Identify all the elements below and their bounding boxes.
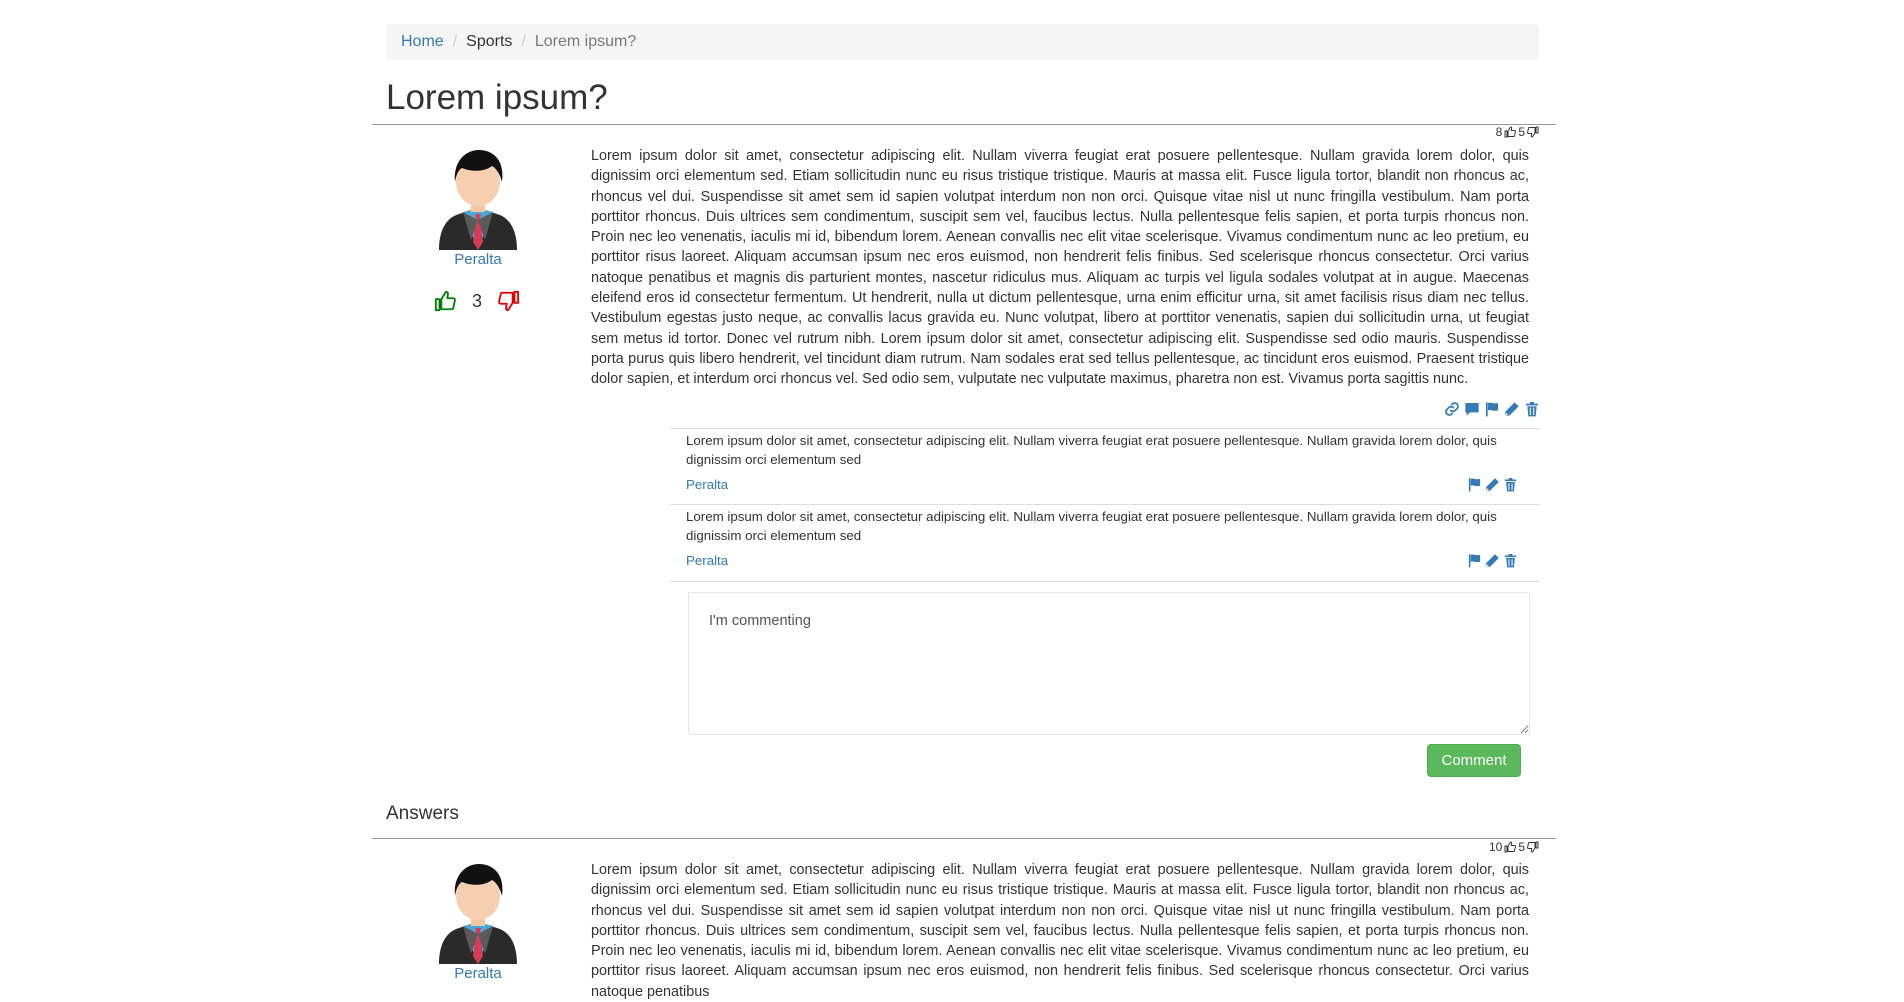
breadcrumb: Home / Sports / Lorem ipsum?	[386, 24, 1539, 60]
question-vote-summary: 8 5	[1496, 125, 1539, 139]
question-vote-controls: 3	[434, 290, 520, 312]
answer-author-link[interactable]: Peralta	[430, 965, 526, 982]
avatar-icon	[435, 146, 521, 250]
thumbs-down-icon	[1527, 841, 1539, 853]
question-score: 3	[472, 290, 483, 311]
link-icon[interactable]	[1444, 401, 1460, 417]
thumbs-down-icon[interactable]	[498, 290, 520, 312]
thumbs-up-icon	[1504, 841, 1516, 853]
answer-downvote-count: 5	[1518, 840, 1525, 854]
pencil-icon[interactable]	[1504, 401, 1520, 417]
breadcrumb-separator: /	[452, 33, 458, 50]
question-upvote-count: 8	[1495, 125, 1503, 139]
question-divider	[372, 124, 1556, 125]
trash-icon[interactable]	[1503, 477, 1518, 492]
answers-divider	[372, 838, 1556, 839]
breadcrumb-separator: /	[521, 33, 526, 50]
answer-body: Lorem ipsum dolor sit amet, consectetur …	[591, 862, 1529, 1000]
question-downvote-count: 5	[1518, 125, 1525, 139]
breadcrumb-home-link[interactable]: Home	[401, 33, 444, 51]
question-actions	[1444, 401, 1540, 417]
comment-author-link[interactable]: Peralta	[686, 553, 728, 568]
thumbs-up-icon[interactable]	[434, 290, 456, 312]
question-author-block: Peralta	[430, 146, 526, 268]
comment-item: Lorem ipsum dolor sit amet, consectetur …	[670, 428, 1540, 505]
breadcrumb-current: Lorem ipsum?	[534, 33, 637, 50]
comment-text: Lorem ipsum dolor sit amet, consectetur …	[686, 509, 1497, 543]
comment-actions	[1467, 553, 1518, 568]
comment-item: Lorem ipsum dolor sit amet, consectetur …	[670, 505, 1540, 582]
breadcrumb-category[interactable]: Sports	[466, 33, 512, 51]
pencil-icon[interactable]	[1485, 553, 1500, 568]
trash-icon[interactable]	[1524, 401, 1540, 417]
pencil-icon[interactable]	[1485, 477, 1500, 492]
flag-icon[interactable]	[1467, 553, 1482, 568]
flag-icon[interactable]	[1467, 477, 1482, 492]
comment-button[interactable]: Comment	[1427, 744, 1521, 777]
flag-icon[interactable]	[1484, 401, 1500, 417]
question-body: Lorem ipsum dolor sit amet, consectetur …	[591, 148, 1529, 388]
thumbs-down-icon	[1527, 126, 1539, 138]
comment-author-link[interactable]: Peralta	[686, 477, 728, 492]
answers-heading: Answers	[386, 803, 459, 824]
comment-text: Lorem ipsum dolor sit amet, consectetur …	[686, 433, 1497, 467]
avatar-icon	[435, 860, 521, 964]
question-author-link[interactable]: Peralta	[430, 251, 526, 268]
trash-icon[interactable]	[1503, 553, 1518, 568]
comment-icon[interactable]	[1464, 401, 1480, 417]
comment-actions	[1467, 477, 1518, 492]
answer-author-block: Peralta	[430, 860, 526, 982]
thumbs-up-icon	[1504, 126, 1516, 138]
comment-input[interactable]	[688, 592, 1530, 735]
answer-vote-summary: 10 5	[1489, 840, 1539, 854]
page-title: Lorem ipsum?	[386, 78, 608, 117]
answer-upvote-count: 10	[1488, 840, 1503, 854]
